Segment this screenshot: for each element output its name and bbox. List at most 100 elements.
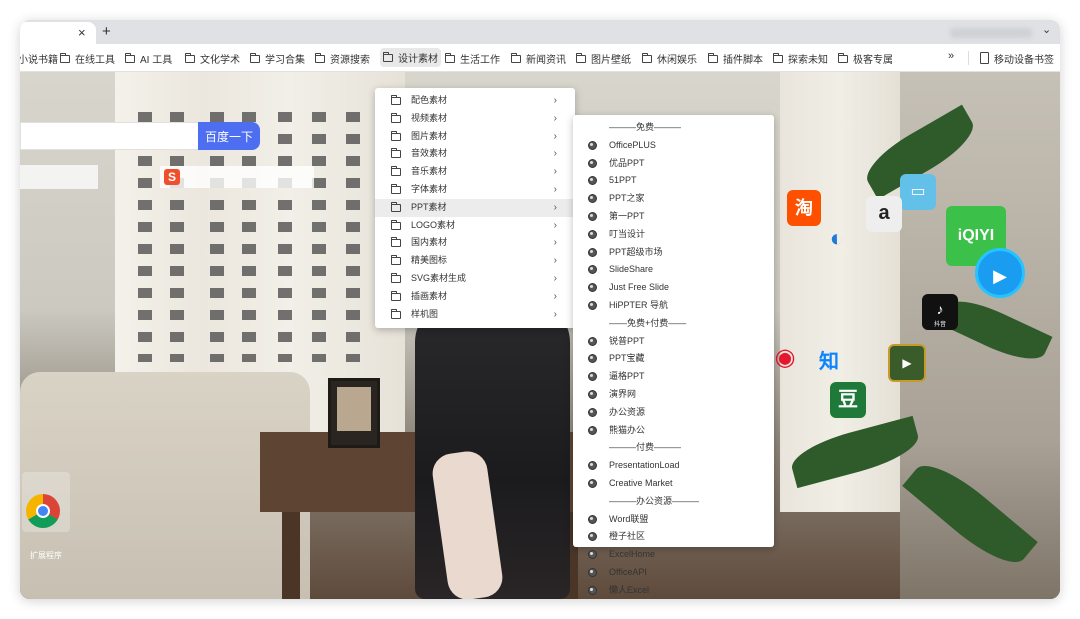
douban-icon[interactable]: 豆	[830, 382, 866, 418]
chrome-extensions-shortcut[interactable]: 扩展程序	[22, 472, 70, 560]
bookmark-folder[interactable]: 极客专属	[838, 51, 893, 66]
bookmark-link[interactable]: Just Free Slide	[573, 279, 774, 297]
menu-item[interactable]: 音效素材 ›	[375, 145, 575, 163]
bookmark-link-label: 叮当设计	[609, 228, 646, 239]
blurred-profile	[950, 28, 1032, 38]
menu-item[interactable]: 样机图 ›	[375, 306, 575, 324]
menu-item-label: 音乐素材	[411, 166, 448, 177]
folder-icon	[445, 52, 455, 63]
bookmark-folder[interactable]: 休闲娱乐	[642, 51, 697, 66]
bookmark-folder[interactable]: AI 工具	[125, 51, 172, 66]
bookmark-folder[interactable]: 文化学术	[185, 51, 240, 66]
tab-close-icon[interactable]: ×	[78, 25, 86, 40]
chevron-right-icon: ›	[553, 112, 557, 124]
menu-item[interactable]: 配色素材 ›	[375, 92, 575, 110]
bookmark-folder[interactable]: 插件脚本	[708, 51, 763, 66]
bookmark-folder[interactable]: 新闻资讯	[511, 51, 566, 66]
folder-icon	[838, 52, 848, 63]
bookmarks-divider	[968, 51, 969, 65]
bookmark-folder[interactable]: 探索未知	[773, 51, 828, 66]
bookmark-folder[interactable]: 图片壁纸	[576, 51, 631, 66]
bookmark-link[interactable]: HiPPTER 导航	[573, 297, 774, 315]
bookmark-folder[interactable]: 学习合集	[250, 51, 305, 66]
youku-icon[interactable]: ▶	[975, 248, 1025, 298]
bookmark-link[interactable]: 优品PPT	[573, 155, 774, 173]
chevron-right-icon: ›	[553, 290, 557, 302]
bookmark-link[interactable]: OfficePLUS	[573, 137, 774, 155]
bookmark-link-label: Just Free Slide	[609, 282, 670, 293]
search-input[interactable]	[20, 122, 200, 150]
bookmark-link-label: PresentationLoad	[609, 460, 680, 471]
bookmark-link-label: Word联盟	[609, 513, 649, 524]
bookmark-link[interactable]: Creative Market	[573, 475, 774, 493]
search-button[interactable]: 百度一下	[198, 122, 260, 150]
mobile-bookmarks[interactable]: 移动设备书签	[980, 51, 1054, 66]
bookmark-folder[interactable]: 设计素材	[380, 48, 441, 67]
menu-item[interactable]: SVG素材生成 ›	[375, 270, 575, 288]
bookmark-link[interactable]: 演界网	[573, 386, 774, 404]
bookmark-link[interactable]: 锐普PPT	[573, 333, 774, 351]
bookmark-link[interactable]: 熊猫办公	[573, 422, 774, 440]
menu-item[interactable]: 图片素材 ›	[375, 128, 575, 146]
bookmark-folder[interactable]: 小说书籍	[20, 51, 58, 66]
bookmark-folder[interactable]: 生活工作	[445, 51, 500, 66]
amazon-icon[interactable]: a	[866, 196, 902, 232]
bookmark-link[interactable]: 51PPT	[573, 172, 774, 190]
menu-item[interactable]: 插画素材 ›	[375, 288, 575, 306]
folder-icon	[315, 52, 325, 63]
bookmark-link[interactable]: 办公资源	[573, 404, 774, 422]
bookmark-link[interactable]: 逼格PPT	[573, 368, 774, 386]
menu-item[interactable]: 音乐素材 ›	[375, 163, 575, 181]
presentation-icon[interactable]: ▶	[888, 344, 926, 382]
folder-icon	[773, 52, 783, 63]
bilibili-icon[interactable]: ▭	[900, 174, 936, 210]
bookmark-link-label: Creative Market	[609, 477, 673, 488]
bookmark-link-label: PPT之家	[609, 193, 645, 204]
menu-item[interactable]: LOGO素材 ›	[375, 217, 575, 235]
taobao-icon[interactable]: 淘	[787, 190, 821, 226]
bookmark-link[interactable]: Word联盟	[573, 511, 774, 529]
folder-icon	[391, 183, 401, 194]
chevron-right-icon: ›	[553, 130, 557, 142]
weibo-icon[interactable]: ◉	[770, 340, 800, 376]
bookmark-folder[interactable]: 在线工具	[60, 51, 115, 66]
menu-section-header: ———付费———	[609, 442, 682, 453]
folder-icon	[391, 166, 401, 177]
menu-item[interactable]: 国内素材 ›	[375, 234, 575, 252]
dolphin-icon[interactable]: ◐	[820, 222, 854, 256]
browser-tab[interactable]: ×	[20, 22, 96, 44]
menu-item[interactable]: PPT素材 ›	[375, 198, 575, 217]
folder-icon	[391, 290, 401, 301]
sogou-bar[interactable]: S	[160, 166, 314, 188]
bookmark-link[interactable]: PPT宝藏	[573, 350, 774, 368]
bookmark-link[interactable]: 懒人Excel	[573, 582, 774, 599]
bookmarks-overflow-icon[interactable]: »	[948, 50, 954, 62]
menu-item[interactable]: 精美图标 ›	[375, 252, 575, 270]
bookmark-link[interactable]: PresentationLoad	[573, 457, 774, 475]
bookmark-link[interactable]: OfficeAPI	[573, 564, 774, 582]
bookmark-link[interactable]: 橙子社区	[573, 528, 774, 546]
douyin-icon[interactable]: ♪ 抖音	[922, 294, 958, 330]
globe-icon	[588, 514, 597, 524]
douyin-label: 抖音	[933, 322, 946, 328]
menu-item[interactable]: 字体素材 ›	[375, 181, 575, 199]
new-tab-icon[interactable]: +	[102, 23, 111, 40]
bookmark-link-label: SlideShare	[609, 264, 654, 275]
globe-icon	[588, 300, 597, 310]
bookmark-link[interactable]: 第一PPT	[573, 208, 774, 226]
globe-icon	[588, 567, 597, 577]
bookmark-link[interactable]: ExcelHome	[573, 546, 774, 564]
zhihu-icon[interactable]: 知	[814, 344, 844, 380]
bookmark-folder[interactable]: 资源搜索	[315, 51, 370, 66]
wallpaper-photo	[337, 387, 371, 431]
bookmark-link[interactable]: 叮当设计	[573, 226, 774, 244]
bookmark-link[interactable]: SlideShare	[573, 261, 774, 279]
tab-search-icon[interactable]: ⌄	[1042, 23, 1051, 36]
menu-item-label: 精美图标	[411, 255, 448, 266]
bookmark-link[interactable]: PPT超级市场	[573, 244, 774, 262]
bookmark-label: 设计素材	[398, 54, 438, 65]
globe-icon	[588, 229, 597, 239]
folder-icon	[391, 112, 401, 123]
menu-item[interactable]: 视频素材 ›	[375, 110, 575, 128]
bookmark-link[interactable]: PPT之家	[573, 190, 774, 208]
